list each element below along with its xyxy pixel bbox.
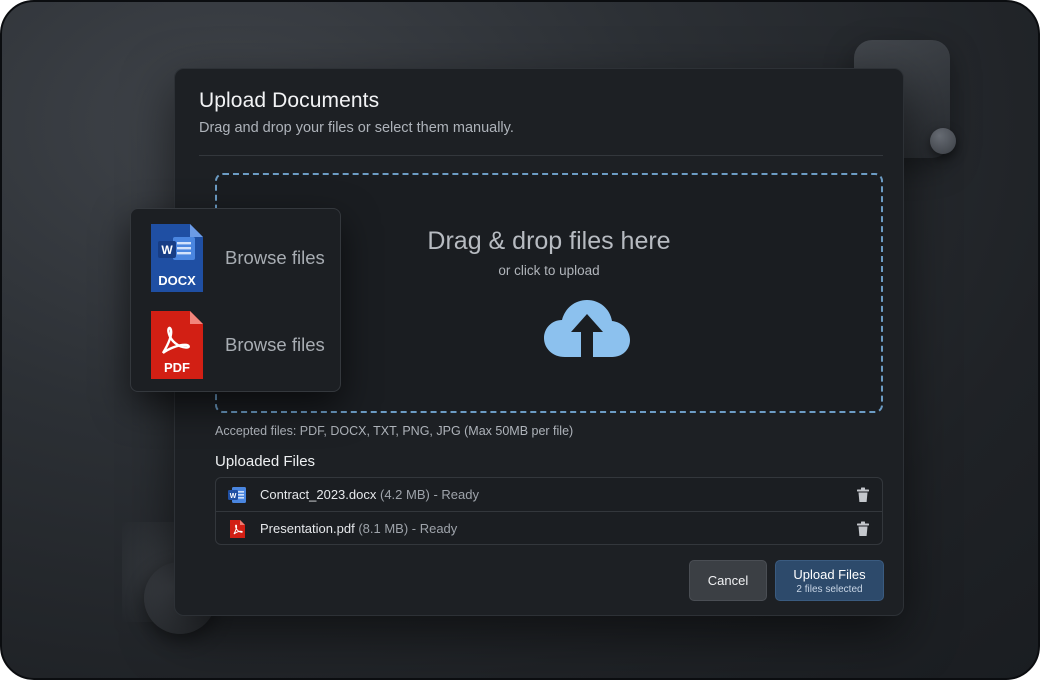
browse-docx-button[interactable]: W DOCX Browse files (131, 219, 340, 305)
file-row[interactable]: W Contract_2023.docx (4.2 MB) - Ready (216, 478, 882, 512)
file-meta: (4.2 MB) - Ready (379, 487, 479, 502)
app-screen: Upload Documents Drag and drop your file… (0, 0, 1040, 680)
accepted-files-note: Accepted files: PDF, DOCX, TXT, PNG, JPG… (215, 424, 574, 438)
file-label: Presentation.pdf (8.1 MB) - Ready (260, 521, 457, 536)
docx-badge: DOCX (158, 273, 196, 288)
svg-text:W: W (230, 493, 237, 500)
browse-pdf-button[interactable]: PDF Browse files (131, 306, 340, 392)
cloud-upload-icon (544, 300, 630, 357)
word-file-icon: W (228, 487, 246, 503)
browse-card: W DOCX Browse files PDF Browse files (130, 208, 341, 392)
trash-icon[interactable] (856, 487, 870, 503)
pdf-file-icon (230, 520, 245, 538)
browse-label: Browse files (225, 334, 325, 355)
upload-button-count: 2 files selected (796, 584, 863, 595)
decorative-dot (930, 128, 956, 154)
uploaded-files-heading: Uploaded Files (215, 453, 316, 470)
trash-icon[interactable] (856, 521, 870, 537)
file-label: Contract_2023.docx (4.2 MB) - Ready (260, 487, 479, 502)
file-name: Presentation.pdf (260, 521, 355, 536)
docx-file-icon: W DOCX (151, 224, 203, 292)
browse-label: Browse files (225, 247, 325, 268)
pdf-file-icon: PDF (151, 311, 203, 379)
file-meta: (8.1 MB) - Ready (358, 521, 458, 536)
upload-button-label: Upload Files (793, 567, 866, 582)
upload-files-button[interactable]: Upload Files 2 files selected (775, 560, 884, 601)
uploaded-file-list: W Contract_2023.docx (4.2 MB) - Ready Pr… (215, 477, 883, 545)
file-row[interactable]: Presentation.pdf (8.1 MB) - Ready (216, 512, 882, 546)
header-divider (199, 155, 883, 156)
docx-letter: W (161, 243, 173, 257)
dialog-subtitle: Drag and drop your files or select them … (199, 120, 514, 136)
cancel-button[interactable]: Cancel (689, 560, 767, 601)
file-name: Contract_2023.docx (260, 487, 377, 502)
dialog-title: Upload Documents (199, 89, 380, 112)
pdf-badge: PDF (164, 360, 190, 375)
